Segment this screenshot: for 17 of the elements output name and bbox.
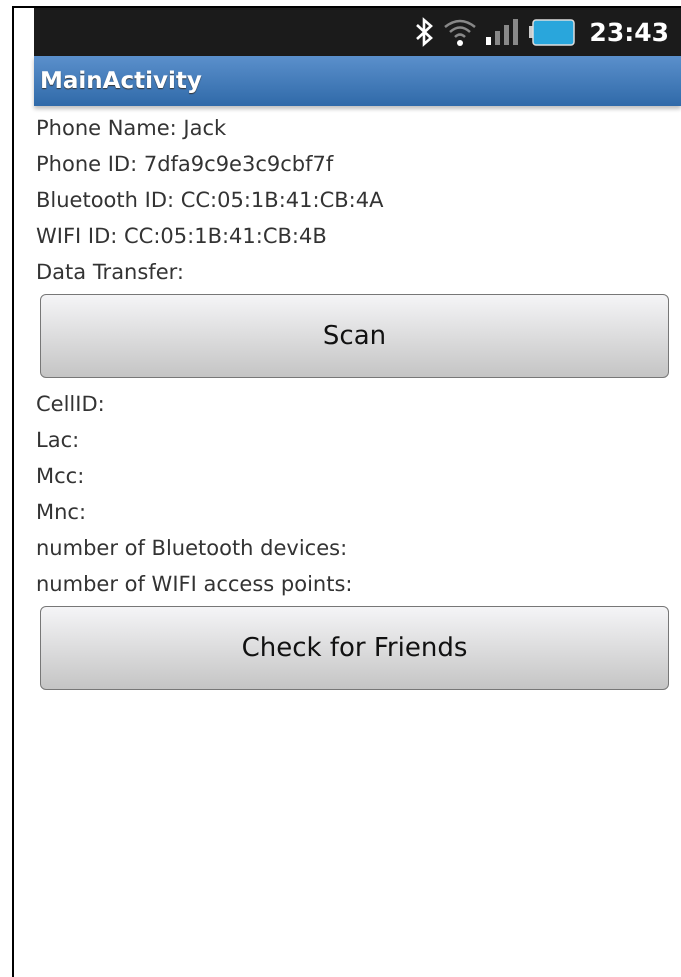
info-label: Bluetooth ID: CC:05:1B:41:CB:4A (35, 187, 384, 214)
info-label: number of Bluetooth devices: (35, 535, 348, 562)
info-label: Mnc: (35, 499, 86, 526)
info-label: Phone Name: Jack (35, 115, 226, 142)
info-label: CellID: (35, 391, 105, 418)
info-label: Data Transfer: (35, 259, 184, 286)
info-label: WIFI ID: CC:05:1B:41:CB:4B (35, 223, 327, 250)
action-button[interactable]: Scan (40, 294, 669, 378)
info-label: Phone ID: 7dfa9c9e3c9cbf7f (35, 151, 334, 178)
wifi-icon (443, 17, 478, 47)
action-button[interactable]: Check for Friends (40, 606, 669, 690)
app-title: MainActivity (40, 68, 202, 94)
info-label: number of WIFI access points: (35, 571, 352, 598)
battery-icon (529, 17, 576, 47)
info-label: Lac: (35, 427, 80, 454)
info-label: Mcc: (35, 463, 84, 490)
status-time: 23:43 (589, 18, 669, 46)
